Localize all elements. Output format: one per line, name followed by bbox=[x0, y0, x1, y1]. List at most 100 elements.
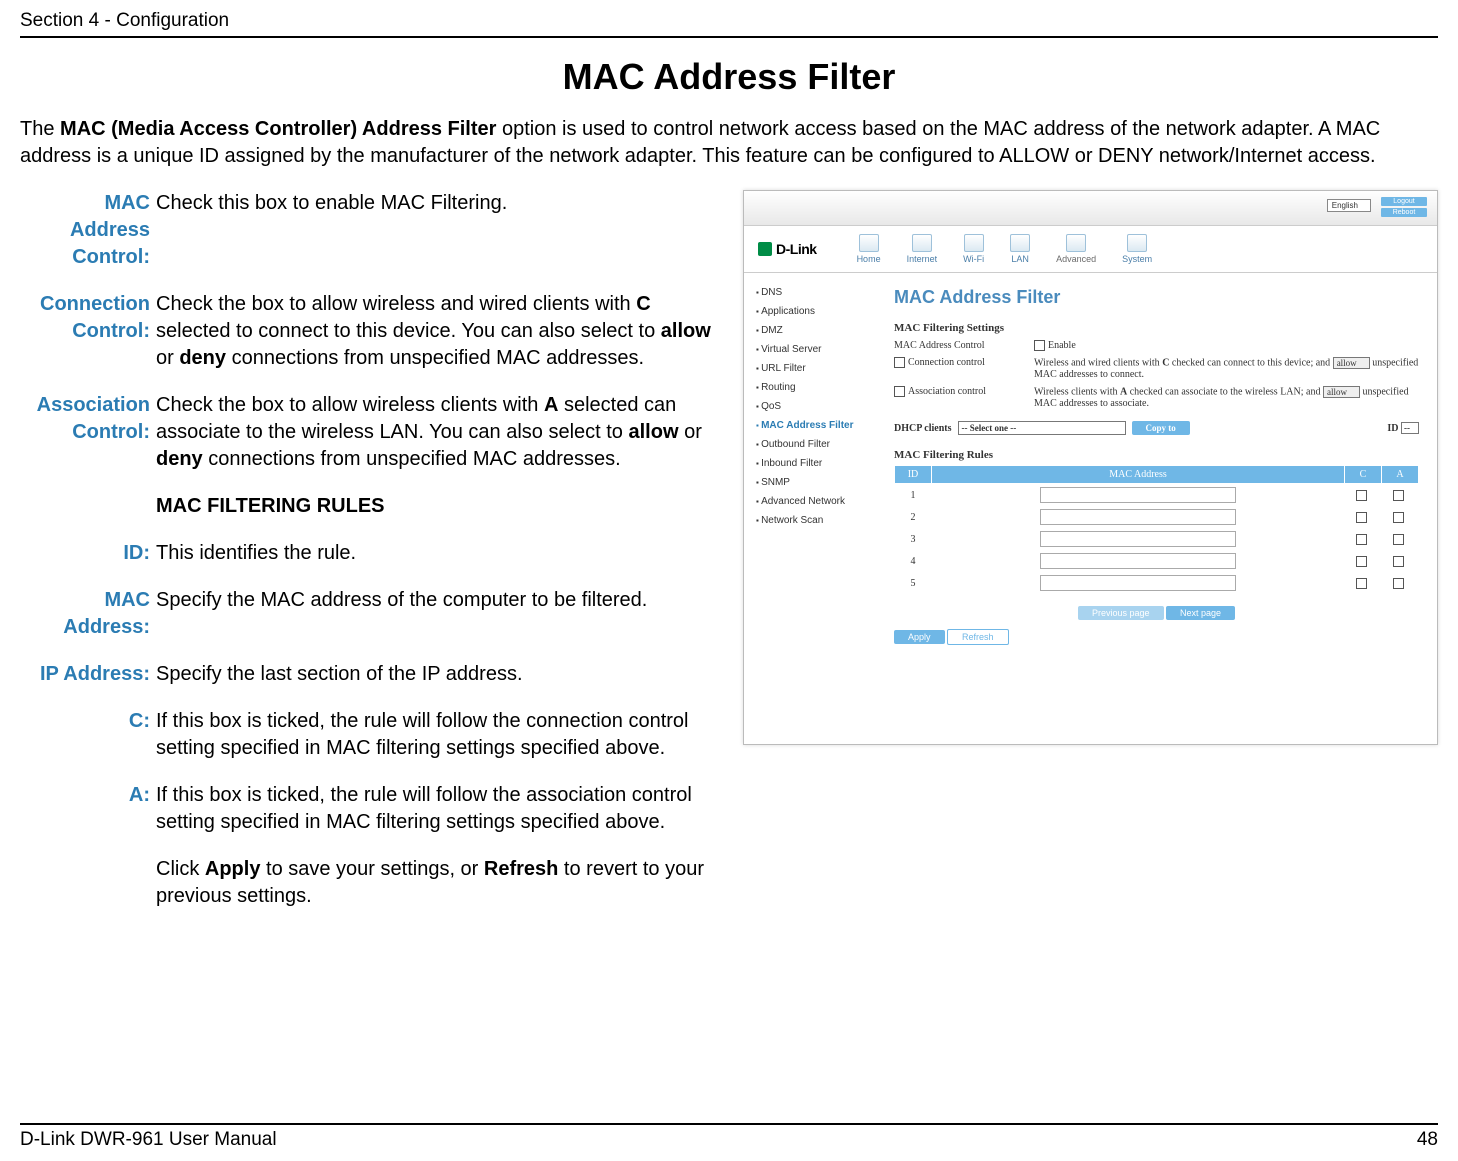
label-c: C: bbox=[20, 708, 156, 782]
nav-tab-icon bbox=[859, 234, 879, 252]
sidebar: DNSApplicationsDMZVirtual ServerURL Filt… bbox=[744, 273, 876, 746]
intro-bold: MAC (Media Access Controller) Address Fi… bbox=[60, 118, 496, 140]
connection-control-text: Wireless and wired clients with C checke… bbox=[1034, 357, 1419, 380]
a-checkbox[interactable] bbox=[1393, 578, 1404, 589]
c-checkbox[interactable] bbox=[1356, 578, 1367, 589]
apply-mid: to save your settings, or bbox=[260, 858, 483, 880]
refresh-button[interactable]: Refresh bbox=[947, 629, 1009, 645]
id-select[interactable]: -- bbox=[1401, 422, 1419, 434]
cell-id: 3 bbox=[895, 528, 932, 550]
ac-post: connections from unspecified MAC address… bbox=[203, 448, 621, 470]
mac-input[interactable] bbox=[1040, 487, 1236, 503]
nav-tab-icon bbox=[1010, 234, 1030, 252]
th-a: A bbox=[1382, 466, 1419, 484]
table-row: 2 bbox=[895, 506, 1419, 528]
apply-note: Click Apply to save your settings, or Re… bbox=[156, 856, 731, 930]
logout-button[interactable]: Logout bbox=[1381, 197, 1427, 206]
c-checkbox[interactable] bbox=[1356, 534, 1367, 545]
table-row: 4 bbox=[895, 550, 1419, 572]
label-mac-address: MAC Address: bbox=[20, 587, 156, 661]
reboot-button[interactable]: Reboot bbox=[1381, 208, 1427, 217]
nav-tab-lan[interactable]: LAN bbox=[1010, 234, 1030, 264]
apply-button[interactable]: Apply bbox=[894, 630, 945, 644]
label-mac-address-control: MAC Address Control: bbox=[20, 190, 156, 291]
ac-bold-a: A bbox=[544, 394, 558, 416]
mac-input[interactable] bbox=[1040, 531, 1236, 547]
body-mac-address-control: Check this box to enable MAC Filtering. bbox=[156, 190, 731, 291]
body-a: If this box is ticked, the rule will fol… bbox=[156, 782, 731, 856]
association-control-checkbox[interactable] bbox=[894, 386, 905, 397]
sidebar-item-routing[interactable]: Routing bbox=[756, 378, 876, 397]
nav-tab-home[interactable]: Home bbox=[857, 234, 881, 264]
next-page-button[interactable]: Next page bbox=[1166, 606, 1235, 620]
sidebar-item-dns[interactable]: DNS bbox=[756, 283, 876, 302]
prev-page-button[interactable]: Previous page bbox=[1078, 606, 1164, 620]
page-title: MAC Address Filter bbox=[20, 56, 1438, 98]
body-connection-control: Check the box to allow wireless and wire… bbox=[156, 291, 731, 392]
ac-allow: allow bbox=[629, 421, 679, 443]
definitions-table: MAC Address Control: Check this box to e… bbox=[20, 190, 731, 930]
dhcp-select[interactable]: -- Select one -- bbox=[958, 421, 1126, 435]
nav-tab-icon bbox=[1127, 234, 1147, 252]
mac-input[interactable] bbox=[1040, 509, 1236, 525]
sidebar-item-url-filter[interactable]: URL Filter bbox=[756, 359, 876, 378]
cell-id: 5 bbox=[895, 572, 932, 594]
cc-bold-c: C bbox=[636, 293, 650, 315]
nav-tab-label: System bbox=[1122, 254, 1152, 264]
lang-select[interactable]: English bbox=[1327, 199, 1371, 212]
sidebar-item-network-scan[interactable]: Network Scan bbox=[756, 511, 876, 530]
c-checkbox[interactable] bbox=[1356, 556, 1367, 567]
footer-page-number: 48 bbox=[1417, 1129, 1438, 1151]
body-c: If this box is ticked, the rule will fol… bbox=[156, 708, 731, 782]
table-row: 1 bbox=[895, 484, 1419, 507]
a-checkbox[interactable] bbox=[1393, 556, 1404, 567]
section-header: Section 4 - Configuration bbox=[20, 10, 1438, 38]
a-checkbox[interactable] bbox=[1393, 490, 1404, 501]
sidebar-item-qos[interactable]: QoS bbox=[756, 397, 876, 416]
conn-allow-select[interactable]: allow bbox=[1333, 357, 1370, 369]
mac-input[interactable] bbox=[1040, 575, 1236, 591]
cell-id: 4 bbox=[895, 550, 932, 572]
a-checkbox[interactable] bbox=[1393, 534, 1404, 545]
cc-or: or bbox=[156, 347, 179, 369]
nav-tab-advanced[interactable]: Advanced bbox=[1056, 234, 1096, 264]
table-row: 3 bbox=[895, 528, 1419, 550]
th-id: ID bbox=[895, 466, 932, 484]
copy-to-button[interactable]: Copy to bbox=[1132, 421, 1190, 435]
c-checkbox[interactable] bbox=[1356, 490, 1367, 501]
sidebar-item-applications[interactable]: Applications bbox=[756, 302, 876, 321]
sidebar-item-virtual-server[interactable]: Virtual Server bbox=[756, 340, 876, 359]
body-association-control: Check the box to allow wireless clients … bbox=[156, 392, 731, 493]
nav-tab-system[interactable]: System bbox=[1122, 234, 1152, 264]
intro-paragraph: The MAC (Media Access Controller) Addres… bbox=[20, 116, 1438, 170]
connection-control-checkbox[interactable] bbox=[894, 357, 905, 368]
label-a: A: bbox=[20, 782, 156, 856]
connection-control-cb-label: Connection control bbox=[908, 357, 985, 368]
sidebar-item-dmz[interactable]: DMZ bbox=[756, 321, 876, 340]
assoc-allow-select[interactable]: allow bbox=[1323, 386, 1360, 398]
apply-pre: Click bbox=[156, 858, 205, 880]
sidebar-item-mac-address-filter[interactable]: MAC Address Filter bbox=[756, 416, 876, 435]
nav-tab-label: Wi-Fi bbox=[963, 254, 984, 264]
body-id: This identifies the rule. bbox=[156, 540, 731, 587]
nav-tab-label: Home bbox=[857, 254, 881, 264]
enable-checkbox[interactable] bbox=[1034, 340, 1045, 351]
mac-input[interactable] bbox=[1040, 553, 1236, 569]
sidebar-item-inbound-filter[interactable]: Inbound Filter bbox=[756, 454, 876, 473]
c-checkbox[interactable] bbox=[1356, 512, 1367, 523]
nav-tab-wi-fi[interactable]: Wi-Fi bbox=[963, 234, 984, 264]
nav-tab-label: LAN bbox=[1011, 254, 1029, 264]
cc-allow: allow bbox=[661, 320, 711, 342]
a-checkbox[interactable] bbox=[1393, 512, 1404, 523]
cc-pre: Check the box to allow wireless and wire… bbox=[156, 293, 636, 315]
sidebar-item-advanced-network[interactable]: Advanced Network bbox=[756, 492, 876, 511]
intro-pre: The bbox=[20, 118, 60, 140]
ac-or: or bbox=[679, 421, 702, 443]
rules-heading: MAC FILTERING RULES bbox=[156, 493, 731, 540]
sidebar-item-outbound-filter[interactable]: Outbound Filter bbox=[756, 435, 876, 454]
association-control-cb-label: Association control bbox=[908, 386, 986, 397]
ss-mac-ctrl-label: MAC Address Control bbox=[894, 340, 1034, 351]
ss-page-title: MAC Address Filter bbox=[894, 287, 1419, 308]
sidebar-item-snmp[interactable]: SNMP bbox=[756, 473, 876, 492]
nav-tab-internet[interactable]: Internet bbox=[907, 234, 938, 264]
